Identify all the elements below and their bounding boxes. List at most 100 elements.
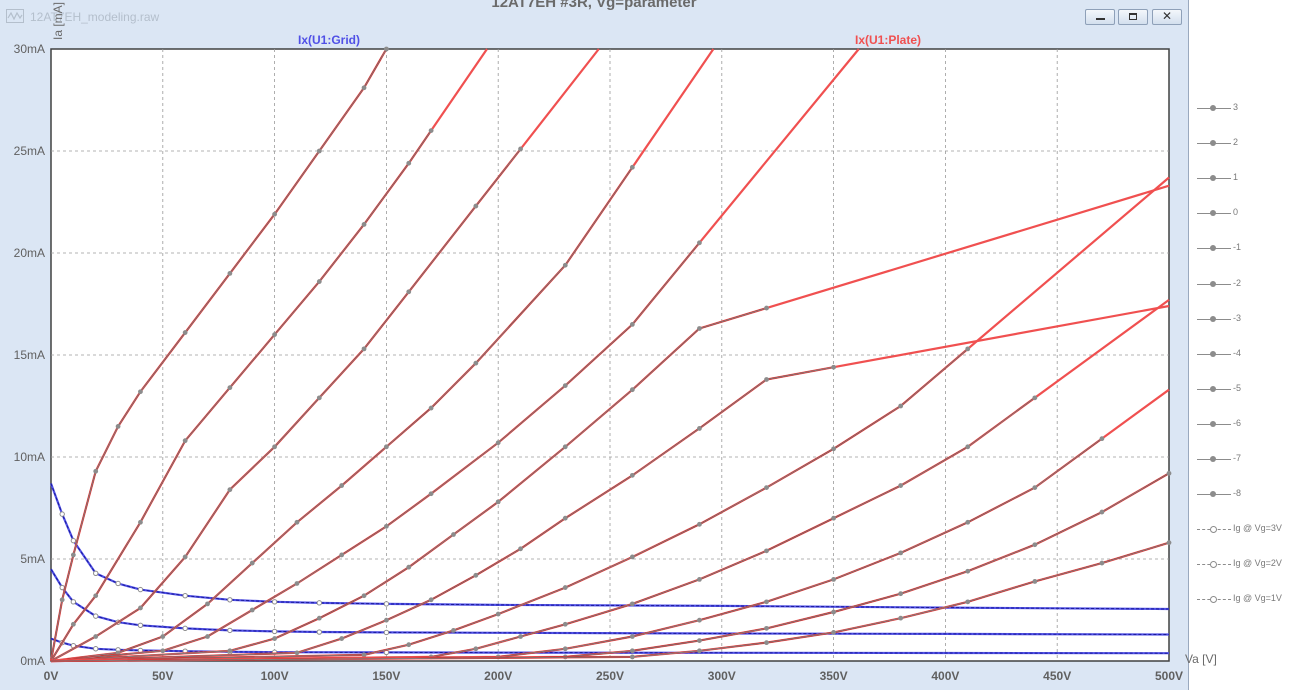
x-tick-label: 300V — [708, 669, 736, 683]
plate-current-point — [898, 615, 904, 621]
plate-current-point — [764, 640, 769, 646]
grid-current-point — [70, 599, 77, 605]
plate-current-point — [764, 377, 769, 382]
plate-current-point — [473, 646, 479, 652]
grid-current-point — [316, 629, 323, 635]
legend-marker-icon — [1210, 561, 1217, 569]
plate-current-point — [316, 395, 322, 401]
plate-current-point — [339, 483, 345, 488]
y-tick-label: 5mA — [20, 552, 45, 566]
legend-label: -6 — [1233, 417, 1242, 428]
plot-area[interactable]: 0V 50V 100V 150V 200V 250V 300V 350V 400V 450V 500… — [0, 0, 1289, 690]
plate-current-point — [1099, 436, 1105, 442]
plate-current-point — [831, 446, 836, 452]
y-tick-label: 15mA — [14, 348, 45, 362]
plate-current-point — [339, 552, 345, 558]
plate-current-point — [629, 654, 635, 660]
legend-label: Ig @ Vg=2V — [1233, 558, 1282, 569]
y-axis-label: Ia [mA] — [51, 2, 65, 40]
plate-current-point — [227, 648, 233, 654]
legend-label: -7 — [1233, 453, 1242, 463]
legend-marker-icon — [1210, 315, 1216, 322]
plate-current-point — [562, 646, 568, 652]
plate-current-point — [1032, 542, 1038, 548]
plate-current-point — [629, 648, 635, 654]
plate-current-point — [316, 148, 322, 154]
legend: 3 2 1 0 -1 -2 -3 -4 -5 -6 -7 -8 Ig @ Vg=3V Ig @ Vg=2V… — [1192, 0, 1289, 690]
plate-current-point — [384, 444, 389, 450]
plate-current-point — [138, 389, 143, 395]
plate-current-point — [70, 552, 76, 558]
plate-current-point — [294, 650, 300, 656]
plate-current-point — [115, 424, 121, 429]
grid-current-point — [227, 627, 233, 634]
plate-current-point — [205, 634, 210, 639]
legend-label: 0 — [1233, 207, 1239, 218]
plate-current-point — [629, 472, 635, 478]
plate-current-point — [562, 515, 568, 521]
plate-current-point — [965, 346, 971, 352]
legend-label: 1 — [1233, 172, 1239, 183]
grid-trace-label[interactable]: Ix(U1:Grid) — [298, 33, 360, 47]
grid-current-point — [227, 597, 233, 603]
legend-label: -2 — [1233, 277, 1242, 288]
plate-current-point — [1099, 509, 1105, 515]
plate-current-point — [316, 615, 322, 621]
plate-current-point — [518, 146, 523, 152]
legend-label: -4 — [1233, 347, 1242, 358]
legend-label: -5 — [1233, 382, 1242, 393]
plate-current-point — [138, 519, 143, 525]
plate-current-point — [495, 440, 501, 446]
plate-current-point — [294, 519, 300, 525]
plate-current-point — [965, 519, 971, 525]
plate-current-point — [428, 491, 434, 497]
plate-current-point — [629, 322, 635, 327]
plate-current-point — [629, 554, 635, 560]
plate-current-point — [182, 554, 188, 560]
grid-current-point — [59, 511, 65, 517]
plate-current-point — [697, 638, 702, 643]
plate-current-point — [249, 560, 255, 566]
legend-marker-icon — [1210, 420, 1216, 427]
plate-current-point — [697, 648, 702, 654]
plate-current-point — [406, 642, 412, 648]
y-tick-label: 25mA — [14, 144, 45, 158]
legend-marker-icon — [1210, 526, 1217, 534]
legend-label: -1 — [1233, 242, 1242, 253]
x-tick-label: 100V — [261, 669, 289, 683]
legend-marker-icon — [1210, 350, 1216, 357]
grid-current-point — [182, 593, 188, 599]
grid-current-point — [316, 600, 323, 606]
plate-current-point — [316, 279, 322, 284]
plate-current-point — [495, 499, 501, 505]
plate-current-point — [562, 621, 568, 627]
legend-marker-icon — [1210, 596, 1217, 604]
plate-current-point — [384, 523, 389, 529]
plate-current-point — [272, 211, 277, 217]
plate-current-point — [831, 630, 836, 635]
plate-current-point — [898, 591, 904, 597]
plate-current-point — [562, 262, 568, 268]
plate-current-point — [965, 568, 971, 574]
legend-marker-icon — [1210, 175, 1216, 182]
plate-trace-label[interactable]: Ix(U1:Plate) — [855, 33, 921, 47]
plate-current-point — [831, 609, 836, 615]
grid-current-point — [271, 599, 278, 605]
plate-current-point — [764, 625, 769, 631]
plate-current-point — [406, 564, 412, 570]
plate-current-point — [227, 487, 233, 493]
legend-label: -3 — [1233, 312, 1242, 323]
plate-current-point — [70, 621, 76, 627]
x-tick-label: 450V — [1043, 669, 1071, 683]
plate-current-point — [965, 444, 971, 450]
plate-current-point — [406, 160, 412, 166]
plate-current-point — [272, 636, 277, 641]
legend-marker-icon — [1210, 385, 1216, 392]
plate-current-point — [764, 485, 769, 490]
plate-current-point — [160, 634, 166, 639]
plate-current-point — [272, 332, 277, 337]
plate-current-point — [562, 585, 568, 590]
legend-marker-icon — [1210, 210, 1216, 217]
plate-current-point — [697, 240, 702, 246]
plate-current-point — [272, 444, 277, 450]
